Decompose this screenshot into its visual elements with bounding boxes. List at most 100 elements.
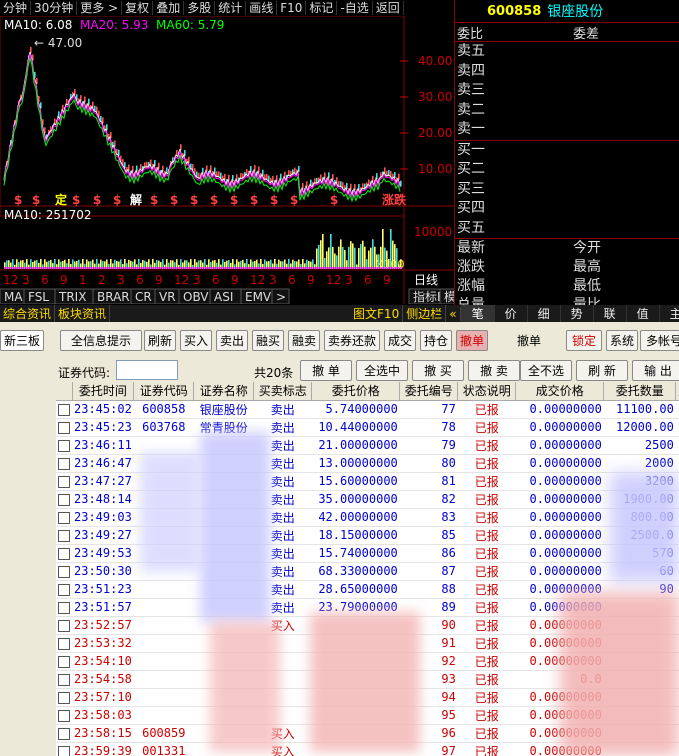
- col-header-1[interactable]: 证券代码: [133, 382, 195, 401]
- action-button-5[interactable]: 刷 新: [576, 360, 628, 381]
- quote-tab-4[interactable]: 联: [592, 305, 626, 322]
- toolbar-item-10[interactable]: -自选: [337, 1, 373, 15]
- cell-委托数量: 12000.00: [603, 418, 676, 437]
- toolbar-item-11[interactable]: 返回: [373, 1, 404, 15]
- col-header-2[interactable]: 证券名称: [193, 382, 255, 401]
- row-checkbox[interactable]: [58, 601, 70, 614]
- candle: [400, 180, 402, 187]
- sell-level-3: 卖三: [457, 82, 485, 98]
- func-button-10[interactable]: 撤单: [508, 330, 550, 351]
- info-tab-3[interactable]: 侧边栏: [403, 305, 447, 322]
- func-button-8[interactable]: 持仓: [420, 330, 452, 351]
- quote-tab-2[interactable]: 细: [526, 305, 560, 322]
- row-checkbox[interactable]: [58, 619, 70, 632]
- quote-tab-6[interactable]: 主: [658, 305, 679, 322]
- action-button-1[interactable]: 全选中: [356, 360, 408, 381]
- func-button-9[interactable]: 撤单: [456, 330, 488, 351]
- info-tab-0[interactable]: 综合资讯: [0, 305, 56, 322]
- cell-状态说明: 已报: [457, 418, 516, 437]
- tab-xinsanban[interactable]: 新三板: [0, 330, 44, 351]
- row-checkbox[interactable]: [58, 421, 70, 434]
- row-checkbox[interactable]: [58, 691, 70, 704]
- kline-chart[interactable]: MA10: 6.08 MA20: 5.93 MA60: 5.79 40.00 30.00…: [0, 16, 454, 304]
- volume-ma-bar: [134, 267, 136, 269]
- toolbar-item-2[interactable]: 更多 >: [77, 1, 123, 15]
- row-checkbox[interactable]: [58, 583, 70, 596]
- toolbar-item-5[interactable]: 多股: [184, 1, 216, 15]
- col-header-6[interactable]: 状态说明: [457, 382, 517, 401]
- toolbar-item-0[interactable]: 分钟: [0, 1, 32, 15]
- toolbar-item-3[interactable]: 复权: [122, 1, 154, 15]
- func-button-3[interactable]: 卖出: [216, 330, 248, 351]
- volume-bar: [394, 244, 396, 269]
- row-checkbox[interactable]: [58, 637, 70, 650]
- col-header-5[interactable]: 委托编号: [399, 382, 459, 401]
- col-header-7[interactable]: 成交价格: [515, 382, 605, 401]
- action-button-0[interactable]: 撤 单: [300, 360, 352, 381]
- action-button-4[interactable]: 全不选: [520, 360, 572, 381]
- info-tab-2[interactable]: 图文F10: [350, 305, 404, 322]
- func-button-1[interactable]: 刷新: [144, 330, 176, 351]
- order-row[interactable]: 23:45:23 603768 常青股份 卖出 10.44000000 78 已报 0.000…: [56, 418, 679, 437]
- row-checkbox[interactable]: [58, 529, 70, 542]
- func-button-12[interactable]: 系统: [606, 330, 638, 351]
- cell-委托时间: 23:49:03: [72, 508, 134, 527]
- func-button-4[interactable]: 融买: [252, 330, 284, 351]
- row-checkbox[interactable]: [58, 439, 70, 452]
- volume-ma-bar: [394, 267, 396, 269]
- col-header-3[interactable]: 买卖标志: [253, 382, 313, 401]
- row-checkbox[interactable]: [58, 493, 70, 506]
- toolbar-item-1[interactable]: 30分钟: [31, 1, 78, 15]
- func-button-2[interactable]: 买入: [180, 330, 212, 351]
- func-button-5[interactable]: 融卖: [288, 330, 320, 351]
- quote-tab-5[interactable]: 值: [625, 305, 659, 322]
- quote-tab-0[interactable]: 笔: [460, 305, 494, 322]
- func-button-13[interactable]: 多帐号: [640, 330, 679, 351]
- func-button-0[interactable]: 全信息提示: [60, 330, 142, 351]
- toolbar-item-8[interactable]: F10: [277, 1, 307, 15]
- volume-ma-bar: [86, 267, 88, 269]
- row-checkbox[interactable]: [58, 745, 70, 756]
- privacy-mask: [200, 432, 270, 622]
- toolbar-item-9[interactable]: 标记: [306, 1, 338, 15]
- row-checkbox[interactable]: [58, 709, 70, 722]
- action-button-3[interactable]: 撤 卖: [468, 360, 520, 381]
- cell-成交价格: 0.00000000: [515, 490, 604, 509]
- row-checkbox[interactable]: [58, 727, 70, 740]
- info-tab-4[interactable]: «: [446, 306, 461, 321]
- row-checkbox[interactable]: [58, 403, 70, 416]
- quote-tab-3[interactable]: 势: [559, 305, 593, 322]
- toolbar-item-4[interactable]: 叠加: [153, 1, 185, 15]
- col-header-4[interactable]: 委托价格: [311, 382, 401, 401]
- info-tab-1[interactable]: 板块资讯: [55, 305, 111, 322]
- row-checkbox[interactable]: [58, 673, 70, 686]
- quote-tab-1[interactable]: 价: [493, 305, 527, 322]
- func-button-6[interactable]: 卖券还款: [324, 330, 380, 351]
- privacy-mask: [610, 472, 679, 582]
- order-row[interactable]: 23:45:02 600858 银座股份 卖出 5.74000000 77 已报 0.0000…: [56, 400, 679, 419]
- row-checkbox[interactable]: [58, 457, 70, 470]
- col-header-0[interactable]: 委托时间: [72, 382, 135, 401]
- row-checkbox[interactable]: [58, 547, 70, 560]
- indicator-tab-7: ASI: [214, 290, 233, 304]
- func-button-11[interactable]: 锁定: [566, 330, 602, 351]
- col-header-8[interactable]: 委托数量: [603, 382, 677, 401]
- event-marker: 解: [130, 192, 142, 207]
- row-checkbox[interactable]: [58, 511, 70, 524]
- code-input[interactable]: [116, 360, 178, 380]
- action-button-2[interactable]: 撤 买: [412, 360, 464, 381]
- toolbar-item-7[interactable]: 画线: [246, 1, 278, 15]
- toolbar-item-6[interactable]: 统计: [215, 1, 247, 15]
- peak-price-label: ← 47.00: [34, 36, 82, 50]
- row-checkbox[interactable]: [58, 565, 70, 578]
- volume-ma-bar: [378, 267, 380, 269]
- volume-ma-bar: [398, 267, 400, 269]
- row-checkbox[interactable]: [58, 475, 70, 488]
- action-button-6[interactable]: 输 出: [632, 360, 679, 381]
- volume-ma-bar: [386, 267, 388, 269]
- row-checkbox[interactable]: [58, 655, 70, 668]
- volume-ma-bar: [72, 267, 74, 269]
- volume-ma-bar: [306, 267, 308, 269]
- volume-ma-bar: [148, 267, 150, 269]
- func-button-7[interactable]: 成交: [384, 330, 416, 351]
